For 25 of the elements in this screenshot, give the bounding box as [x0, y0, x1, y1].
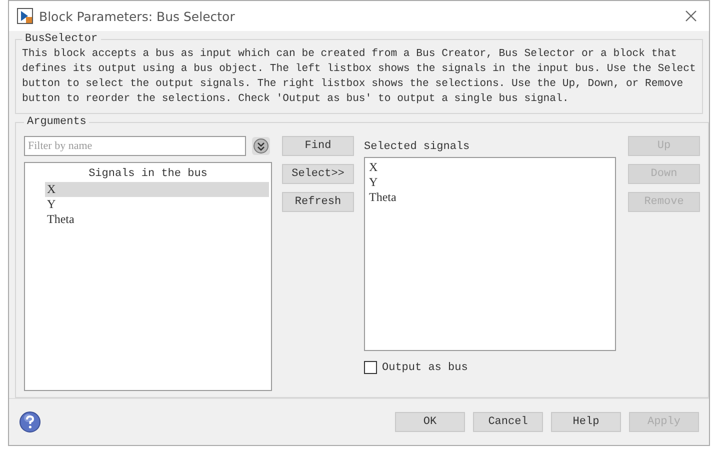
help-icon[interactable] [19, 411, 41, 433]
list-heading: Selected signals [364, 140, 471, 155]
close-icon[interactable] [685, 10, 697, 22]
group-title: Arguments [26, 116, 88, 128]
action-button[interactable]: Find [282, 136, 354, 156]
checkbox[interactable] [364, 361, 377, 374]
signal-item[interactable]: X [45, 182, 269, 197]
window-title: Block Parameters: Bus Selector [39, 8, 236, 24]
dialog-button[interactable]: Cancel [473, 412, 543, 432]
list-heading: Signals in the bus [88, 167, 208, 182]
checkbox-label: Output as bus [382, 362, 468, 374]
selected-item[interactable]: X [367, 160, 613, 175]
group-title: BusSelector [24, 33, 99, 45]
selected-item[interactable]: Theta [367, 190, 613, 205]
selected-item[interactable]: Y [367, 175, 613, 190]
dialog-button[interactable]: Help [551, 412, 621, 432]
filter-field[interactable]: Filter by name [24, 136, 246, 156]
block-icon [17, 8, 33, 24]
action-button[interactable]: Refresh [282, 192, 354, 212]
description-text: This block accepts a bus as input which can be created from a Bus Creator, Bus Selector or a block that defines its output using a bus object. The left listbox shows the signals in the input bus. Use the Select button to select the output signals. The right listbox shows the selections. Use the Up, Down, or Remove button to reorder the selections. Check 'Output as bus' to output a single bus signal. [22, 47, 696, 107]
dialog-button[interactable]: OK [395, 412, 465, 432]
expand-icon[interactable] [252, 137, 270, 155]
signal-item[interactable]: Theta [45, 212, 269, 227]
signal-item[interactable]: Y [45, 197, 269, 212]
action-button[interactable]: Select>> [282, 164, 354, 184]
